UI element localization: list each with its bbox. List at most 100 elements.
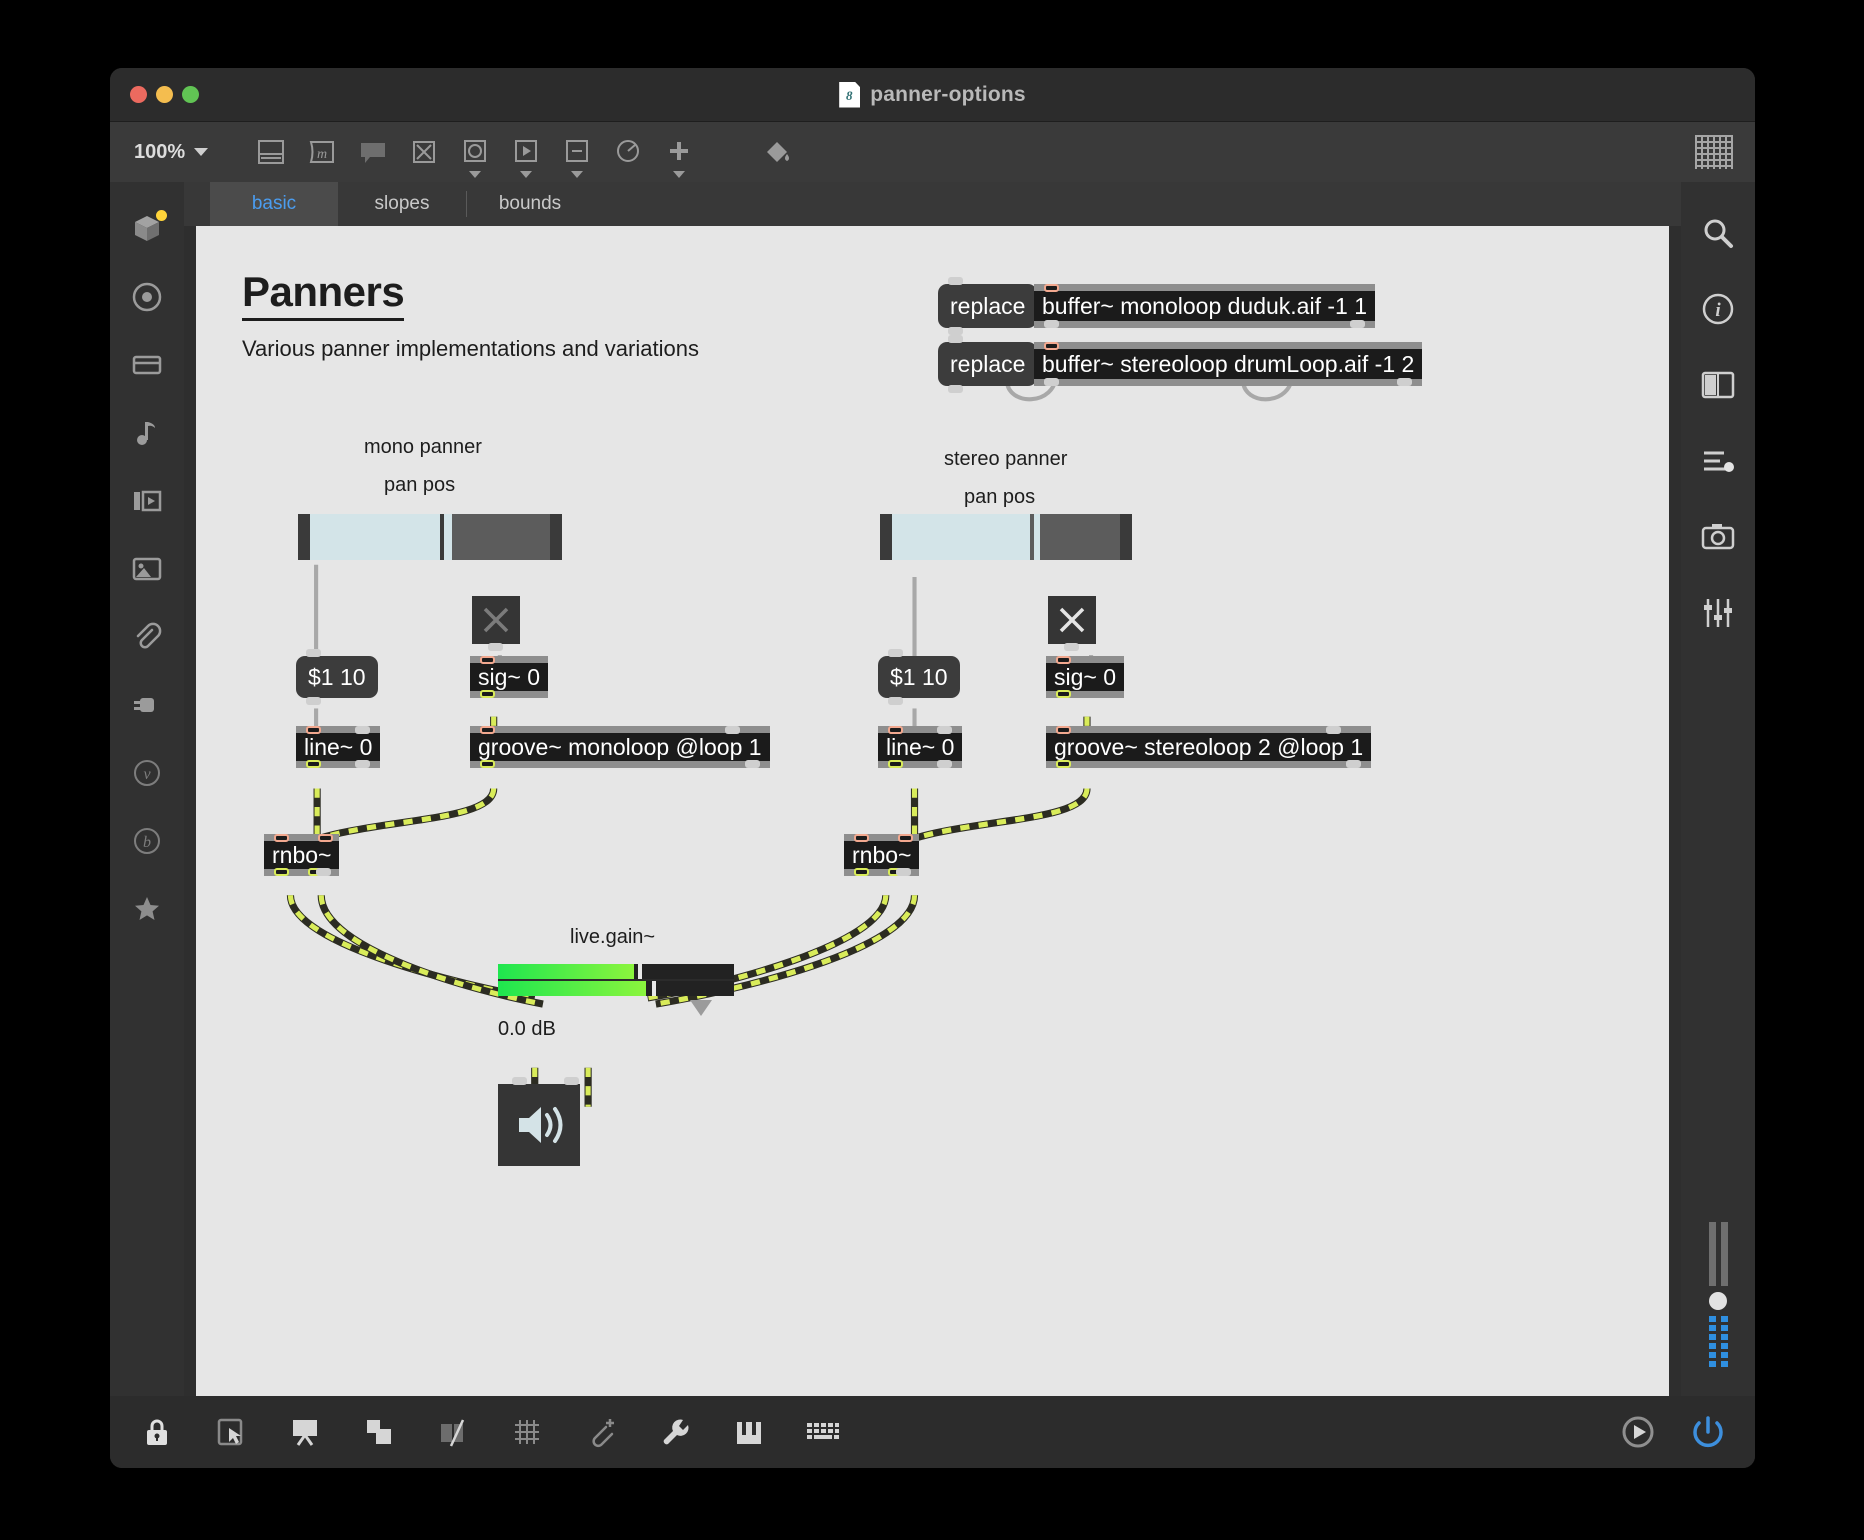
outlet[interactable] [1064, 643, 1079, 651]
outlet[interactable] [480, 690, 495, 698]
minimize-button[interactable] [156, 86, 173, 103]
button-icon[interactable] [458, 135, 492, 169]
inlet[interactable] [948, 277, 963, 285]
outlet[interactable] [1044, 378, 1059, 386]
sidebar-item-packages[interactable] [126, 208, 168, 250]
mono-groove-toggle[interactable] [472, 596, 520, 644]
inlet[interactable] [480, 656, 495, 664]
sidebar-item-favorites[interactable] [126, 888, 168, 930]
inlet[interactable] [306, 649, 321, 657]
tab-slopes[interactable]: slopes [338, 182, 466, 226]
rnbo-object-mono[interactable]: rnbo~ [264, 834, 339, 876]
buffer-object-mono[interactable]: buffer~ monoloop duduk.aif -1 1 [1034, 284, 1375, 328]
inlet[interactable] [512, 1077, 527, 1085]
inlet[interactable] [1056, 656, 1071, 664]
rnbo-object-stereo[interactable]: rnbo~ [844, 834, 919, 876]
outlet[interactable] [854, 868, 869, 876]
add-object-icon[interactable] [662, 135, 696, 169]
paint-bucket-icon[interactable] [760, 135, 794, 169]
inlet[interactable] [888, 726, 903, 734]
toggle-icon[interactable] [407, 135, 441, 169]
lock-icon[interactable] [136, 1411, 178, 1453]
outlet[interactable] [355, 760, 370, 768]
playbar-icon[interactable] [509, 135, 543, 169]
inlet[interactable] [1044, 342, 1059, 350]
inlet[interactable] [937, 726, 952, 734]
parameters-icon[interactable] [1697, 440, 1739, 482]
sidebar-item-snippets[interactable] [126, 480, 168, 522]
attach-add-icon[interactable] [580, 1411, 622, 1453]
sig-object-stereo[interactable]: sig~ 0 [1046, 656, 1124, 698]
sidebar-item-vizzie[interactable]: v [126, 752, 168, 794]
pan-pos-slider-stereo[interactable] [880, 514, 1132, 560]
inlet[interactable] [854, 834, 869, 842]
buffer-object-stereo[interactable]: buffer~ stereoloop drumLoop.aif -1 2 [1034, 342, 1422, 386]
outlet[interactable] [480, 760, 495, 768]
line-object-mono[interactable]: line~ 0 [296, 726, 380, 768]
outlet[interactable] [888, 760, 903, 768]
outlet[interactable] [948, 385, 963, 393]
outlet[interactable] [888, 697, 903, 705]
search-icon[interactable] [1697, 212, 1739, 254]
comment-icon[interactable] [356, 135, 390, 169]
arrange-icon[interactable] [358, 1411, 400, 1453]
number-box-icon[interactable] [560, 135, 594, 169]
inlet[interactable] [318, 834, 333, 842]
power-icon[interactable] [1687, 1411, 1729, 1453]
outlet[interactable] [745, 760, 760, 768]
inlet[interactable] [1326, 726, 1341, 734]
patcher-canvas[interactable]: .sig { fill:none; stroke:#d9ec5a; stroke… [196, 226, 1669, 1396]
outlet[interactable] [1056, 760, 1071, 768]
gain-slider-handle[interactable] [690, 1000, 712, 1016]
snap-icon[interactable] [432, 1411, 474, 1453]
sidebar-item-plug[interactable] [126, 684, 168, 726]
sidebar-item-images[interactable] [126, 548, 168, 590]
inlet[interactable] [480, 726, 495, 734]
tab-bounds[interactable]: bounds [466, 182, 594, 226]
outlet[interactable] [1397, 378, 1412, 386]
groove-object-mono[interactable]: groove~ monoloop @loop 1 [470, 726, 770, 768]
inlet[interactable] [274, 834, 289, 842]
outlet[interactable] [274, 868, 289, 876]
maximize-button[interactable] [182, 86, 199, 103]
object-palette-icon[interactable] [254, 135, 288, 169]
inlet[interactable] [948, 335, 963, 343]
dial-icon[interactable] [611, 135, 645, 169]
outlet[interactable] [1044, 320, 1059, 328]
reference-panel-icon[interactable] [1697, 364, 1739, 406]
stereo-groove-toggle[interactable] [1048, 596, 1096, 644]
pan-message-mono[interactable]: $1 10 [296, 656, 378, 698]
meter-knob[interactable] [1709, 1292, 1727, 1310]
zoom-control[interactable]: 100% [134, 141, 208, 164]
ezdac-object[interactable] [498, 1084, 580, 1166]
inlet[interactable] [898, 834, 913, 842]
message-box-icon[interactable]: m [305, 135, 339, 169]
replace-message-stereo[interactable]: replace [938, 342, 1037, 386]
sidebar-item-target[interactable] [126, 276, 168, 318]
mixer-icon[interactable] [1697, 592, 1739, 634]
replace-message-mono[interactable]: replace [938, 284, 1037, 328]
wrench-icon[interactable] [654, 1411, 696, 1453]
outlet[interactable] [316, 868, 331, 876]
outlet[interactable] [1350, 320, 1365, 328]
outlet[interactable] [896, 868, 911, 876]
groove-object-stereo[interactable]: groove~ stereoloop 2 @loop 1 [1046, 726, 1371, 768]
sidebar-item-attachments[interactable] [126, 616, 168, 658]
master-meters[interactable] [1696, 1222, 1740, 1370]
computer-keyboard-icon[interactable] [802, 1411, 844, 1453]
inlet[interactable] [306, 726, 321, 734]
inlet[interactable] [888, 649, 903, 657]
sidebar-item-clippings[interactable] [126, 344, 168, 386]
info-icon[interactable]: i [1697, 288, 1739, 330]
outlet[interactable] [1346, 760, 1361, 768]
outlet[interactable] [948, 327, 963, 335]
outlet[interactable] [937, 760, 952, 768]
pan-message-stereo[interactable]: $1 10 [878, 656, 960, 698]
sidebar-item-audio[interactable] [126, 412, 168, 454]
presentation-icon[interactable] [284, 1411, 326, 1453]
live-gain-slider[interactable] [498, 964, 734, 996]
inlet[interactable] [564, 1077, 579, 1085]
inlet[interactable] [725, 726, 740, 734]
pan-pos-slider-mono[interactable] [298, 514, 562, 560]
outlet[interactable] [306, 760, 321, 768]
